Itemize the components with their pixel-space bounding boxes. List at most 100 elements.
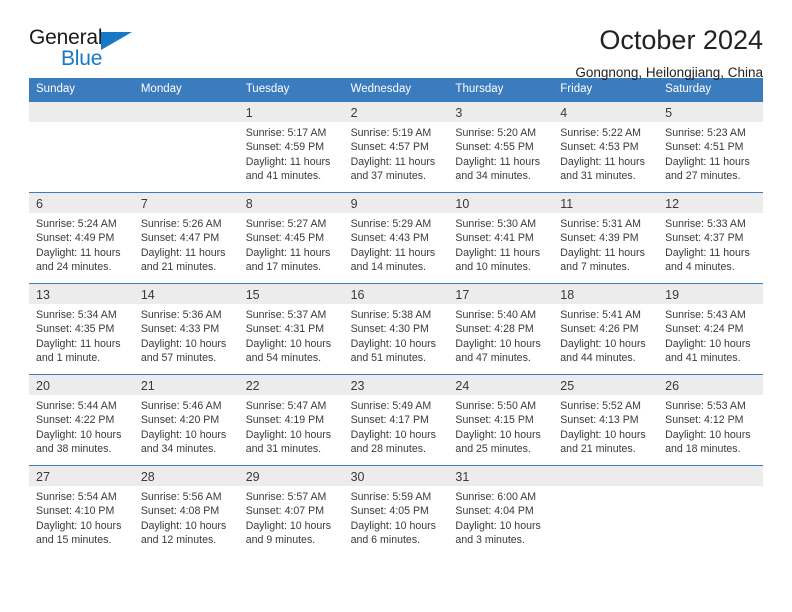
daylight-text: Daylight: 10 hours and 6 minutes. xyxy=(350,519,436,547)
day-details: Sunrise: 5:36 AM Sunset: 4:33 PM Daylight:… xyxy=(134,304,239,366)
calendar-day-cell[interactable]: 6 Sunrise: 5:24 AM Sunset: 4:49 PM Daylight… xyxy=(29,192,134,283)
calendar-day-cell[interactable]: 12 Sunrise: 5:33 AM Sunset: 4:37 PM Dayligh… xyxy=(658,192,763,283)
day-details: Sunrise: 5:50 AM Sunset: 4:15 PM Daylight:… xyxy=(448,395,553,457)
calendar-week-row: 27 Sunrise: 5:54 AM Sunset: 4:10 PM Dayligh… xyxy=(29,464,763,556)
calendar-grid: Sunday Monday Tuesday Wednesday Thursday… xyxy=(29,78,763,556)
day-number: 2 xyxy=(350,105,358,120)
daylight-text: Daylight: 10 hours and 54 minutes. xyxy=(245,337,332,365)
sunrise-text: Sunrise: 5:20 AM xyxy=(455,126,537,139)
day-details: Sunrise: 5:57 AM Sunset: 4:07 PM Daylight:… xyxy=(239,486,344,548)
logo-text-blue: Blue xyxy=(61,47,103,70)
day-number: 23 xyxy=(350,378,365,393)
day-number-band: 12 xyxy=(658,192,763,213)
calendar-day-cell[interactable]: 3 Sunrise: 5:20 AM Sunset: 4:55 PM Daylight… xyxy=(448,101,554,192)
day-details: Sunrise: 5:29 AM Sunset: 4:43 PM Daylight:… xyxy=(344,213,449,275)
calendar-day-cell[interactable]: 26 Sunrise: 5:53 AM Sunset: 4:12 PM Dayligh… xyxy=(658,374,763,465)
daylight-text: Daylight: 11 hours and 37 minutes. xyxy=(350,155,436,183)
calendar-day-cell[interactable]: 24 Sunrise: 5:50 AM Sunset: 4:15 PM Dayligh… xyxy=(448,374,554,465)
sunrise-text: Sunrise: 5:33 AM xyxy=(665,217,746,230)
calendar-day-cell[interactable]: 15 Sunrise: 5:37 AM Sunset: 4:31 PM Dayligh… xyxy=(238,283,344,374)
calendar-day-cell[interactable]: 4 Sunrise: 5:22 AM Sunset: 4:53 PM Daylight… xyxy=(553,101,659,192)
sunset-text: Sunset: 4:41 PM xyxy=(455,232,534,245)
calendar-week-row: 6 Sunrise: 5:24 AM Sunset: 4:49 PM Daylight… xyxy=(29,191,763,283)
day-details: Sunrise: 5:19 AM Sunset: 4:57 PM Daylight:… xyxy=(344,122,449,184)
sunset-text: Sunset: 4:13 PM xyxy=(560,414,639,427)
calendar-day-cell[interactable]: 27 Sunrise: 5:54 AM Sunset: 4:10 PM Dayligh… xyxy=(29,465,134,556)
day-details: Sunrise: 5:30 AM Sunset: 4:41 PM Daylight:… xyxy=(448,213,553,275)
calendar-day-cell[interactable]: 16 Sunrise: 5:38 AM Sunset: 4:30 PM Dayligh… xyxy=(343,283,449,374)
sunset-text: Sunset: 4:55 PM xyxy=(455,141,534,154)
calendar-day-cell[interactable]: 30 Sunrise: 5:59 AM Sunset: 4:05 PM Dayligh… xyxy=(343,465,449,556)
day-details: Sunrise: 5:52 AM Sunset: 4:13 PM Daylight:… xyxy=(553,395,658,457)
calendar-day-cell-empty xyxy=(553,465,659,556)
calendar-day-cell[interactable]: 17 Sunrise: 5:40 AM Sunset: 4:28 PM Dayligh… xyxy=(448,283,554,374)
sunset-text: Sunset: 4:04 PM xyxy=(455,505,534,518)
day-number-band: 6 xyxy=(29,192,134,213)
sunrise-text: Sunrise: 5:49 AM xyxy=(350,399,432,412)
calendar-day-cell[interactable]: 8 Sunrise: 5:27 AM Sunset: 4:45 PM Daylight… xyxy=(238,192,344,283)
calendar-day-cell[interactable]: 29 Sunrise: 5:57 AM Sunset: 4:07 PM Dayligh… xyxy=(238,465,344,556)
day-number: 19 xyxy=(665,287,680,302)
calendar-day-cell[interactable]: 1 Sunrise: 5:17 AM Sunset: 4:59 PM Daylight… xyxy=(238,101,344,192)
calendar-day-cell[interactable]: 9 Sunrise: 5:29 AM Sunset: 4:43 PM Daylight… xyxy=(343,192,449,283)
daylight-text: Daylight: 10 hours and 28 minutes. xyxy=(350,428,436,456)
day-number: 10 xyxy=(455,196,470,211)
calendar-day-cell[interactable]: 18 Sunrise: 5:41 AM Sunset: 4:26 PM Dayligh… xyxy=(553,283,659,374)
sunrise-text: Sunrise: 5:23 AM xyxy=(665,126,746,139)
calendar-day-cell[interactable]: 25 Sunrise: 5:52 AM Sunset: 4:13 PM Dayligh… xyxy=(553,374,659,465)
sunset-text: Sunset: 4:19 PM xyxy=(245,414,325,427)
daylight-text: Daylight: 11 hours and 17 minutes. xyxy=(245,246,331,274)
calendar-day-cell[interactable]: 20 Sunrise: 5:44 AM Sunset: 4:22 PM Dayligh… xyxy=(29,374,134,465)
sunrise-text: Sunrise: 5:27 AM xyxy=(245,217,327,230)
calendar-day-cell[interactable]: 13 Sunrise: 5:34 AM Sunset: 4:35 PM Dayligh… xyxy=(29,283,134,374)
day-details: Sunrise: 5:54 AM Sunset: 4:10 PM Daylight:… xyxy=(29,486,134,548)
daylight-text: Daylight: 11 hours and 10 minutes. xyxy=(455,246,541,274)
daylight-text: Daylight: 10 hours and 21 minutes. xyxy=(560,428,646,456)
calendar-day-cell[interactable]: 22 Sunrise: 5:47 AM Sunset: 4:19 PM Dayligh… xyxy=(238,374,344,465)
daylight-text: Daylight: 10 hours and 25 minutes. xyxy=(455,428,541,456)
daylight-text: Daylight: 10 hours and 12 minutes. xyxy=(140,519,227,547)
sunset-text: Sunset: 4:47 PM xyxy=(140,232,220,245)
day-number: 18 xyxy=(560,287,575,302)
day-details: Sunrise: 5:22 AM Sunset: 4:53 PM Daylight:… xyxy=(553,122,658,184)
day-number: 8 xyxy=(245,196,253,211)
sunrise-text: Sunrise: 5:59 AM xyxy=(350,490,432,503)
day-details: Sunrise: 5:44 AM Sunset: 4:22 PM Daylight:… xyxy=(29,395,134,457)
daylight-text: Daylight: 10 hours and 3 minutes. xyxy=(455,519,541,547)
day-number-band: 8 xyxy=(238,192,344,213)
day-details: Sunrise: 5:38 AM Sunset: 4:30 PM Daylight:… xyxy=(344,304,449,366)
calendar-page: General Blue October 2024 Gongnong, Heil… xyxy=(0,0,792,612)
day-number-band: 28 xyxy=(133,465,239,486)
day-number-band: 14 xyxy=(133,283,239,304)
sunset-text: Sunset: 4:12 PM xyxy=(665,414,744,427)
calendar-day-cell[interactable]: 14 Sunrise: 5:36 AM Sunset: 4:33 PM Dayligh… xyxy=(133,283,239,374)
title-block: October 2024 Gongnong, Heilongjiang, Chi… xyxy=(575,26,763,81)
calendar-day-cell[interactable]: 23 Sunrise: 5:49 AM Sunset: 4:17 PM Dayligh… xyxy=(343,374,449,465)
day-number-band: 19 xyxy=(658,283,763,304)
calendar-day-cell[interactable]: 2 Sunrise: 5:19 AM Sunset: 4:57 PM Daylight… xyxy=(343,101,449,192)
daylight-text: Daylight: 11 hours and 4 minutes. xyxy=(665,246,750,274)
day-number-band: 24 xyxy=(448,374,554,395)
calendar-week-row: 1 Sunrise: 5:17 AM Sunset: 4:59 PM Daylight… xyxy=(29,101,763,192)
day-number: 21 xyxy=(140,378,155,393)
calendar-day-cell[interactable]: 19 Sunrise: 5:43 AM Sunset: 4:24 PM Dayligh… xyxy=(658,283,763,374)
calendar-day-cell[interactable]: 28 Sunrise: 5:56 AM Sunset: 4:08 PM Dayligh… xyxy=(133,465,239,556)
sunrise-text: Sunrise: 5:22 AM xyxy=(560,126,641,139)
sunrise-text: Sunrise: 5:38 AM xyxy=(350,308,432,321)
day-number-band xyxy=(658,465,763,486)
calendar-week-row: 13 Sunrise: 5:34 AM Sunset: 4:35 PM Dayligh… xyxy=(29,282,763,374)
calendar-day-cell[interactable]: 11 Sunrise: 5:31 AM Sunset: 4:39 PM Dayligh… xyxy=(553,192,659,283)
calendar-day-cell[interactable]: 21 Sunrise: 5:46 AM Sunset: 4:20 PM Dayligh… xyxy=(133,374,239,465)
generalblue-logo[interactable]: General Blue xyxy=(29,26,144,74)
day-number: 16 xyxy=(350,287,365,302)
calendar-day-cell[interactable]: 10 Sunrise: 5:30 AM Sunset: 4:41 PM Dayligh… xyxy=(448,192,554,283)
sunset-text: Sunset: 4:33 PM xyxy=(140,323,220,336)
day-number-band: 11 xyxy=(553,192,659,213)
triangle-icon xyxy=(101,32,132,50)
calendar-day-cell[interactable]: 5 Sunrise: 5:23 AM Sunset: 4:51 PM Daylight… xyxy=(658,101,763,192)
sunset-text: Sunset: 4:05 PM xyxy=(350,505,429,518)
day-number-band: 20 xyxy=(29,374,134,395)
calendar-day-cell[interactable]: 31 Sunrise: 6:00 AM Sunset: 4:04 PM Dayligh… xyxy=(448,465,554,556)
sunset-text: Sunset: 4:30 PM xyxy=(350,323,429,336)
calendar-day-cell[interactable]: 7 Sunrise: 5:26 AM Sunset: 4:47 PM Daylight… xyxy=(133,192,239,283)
